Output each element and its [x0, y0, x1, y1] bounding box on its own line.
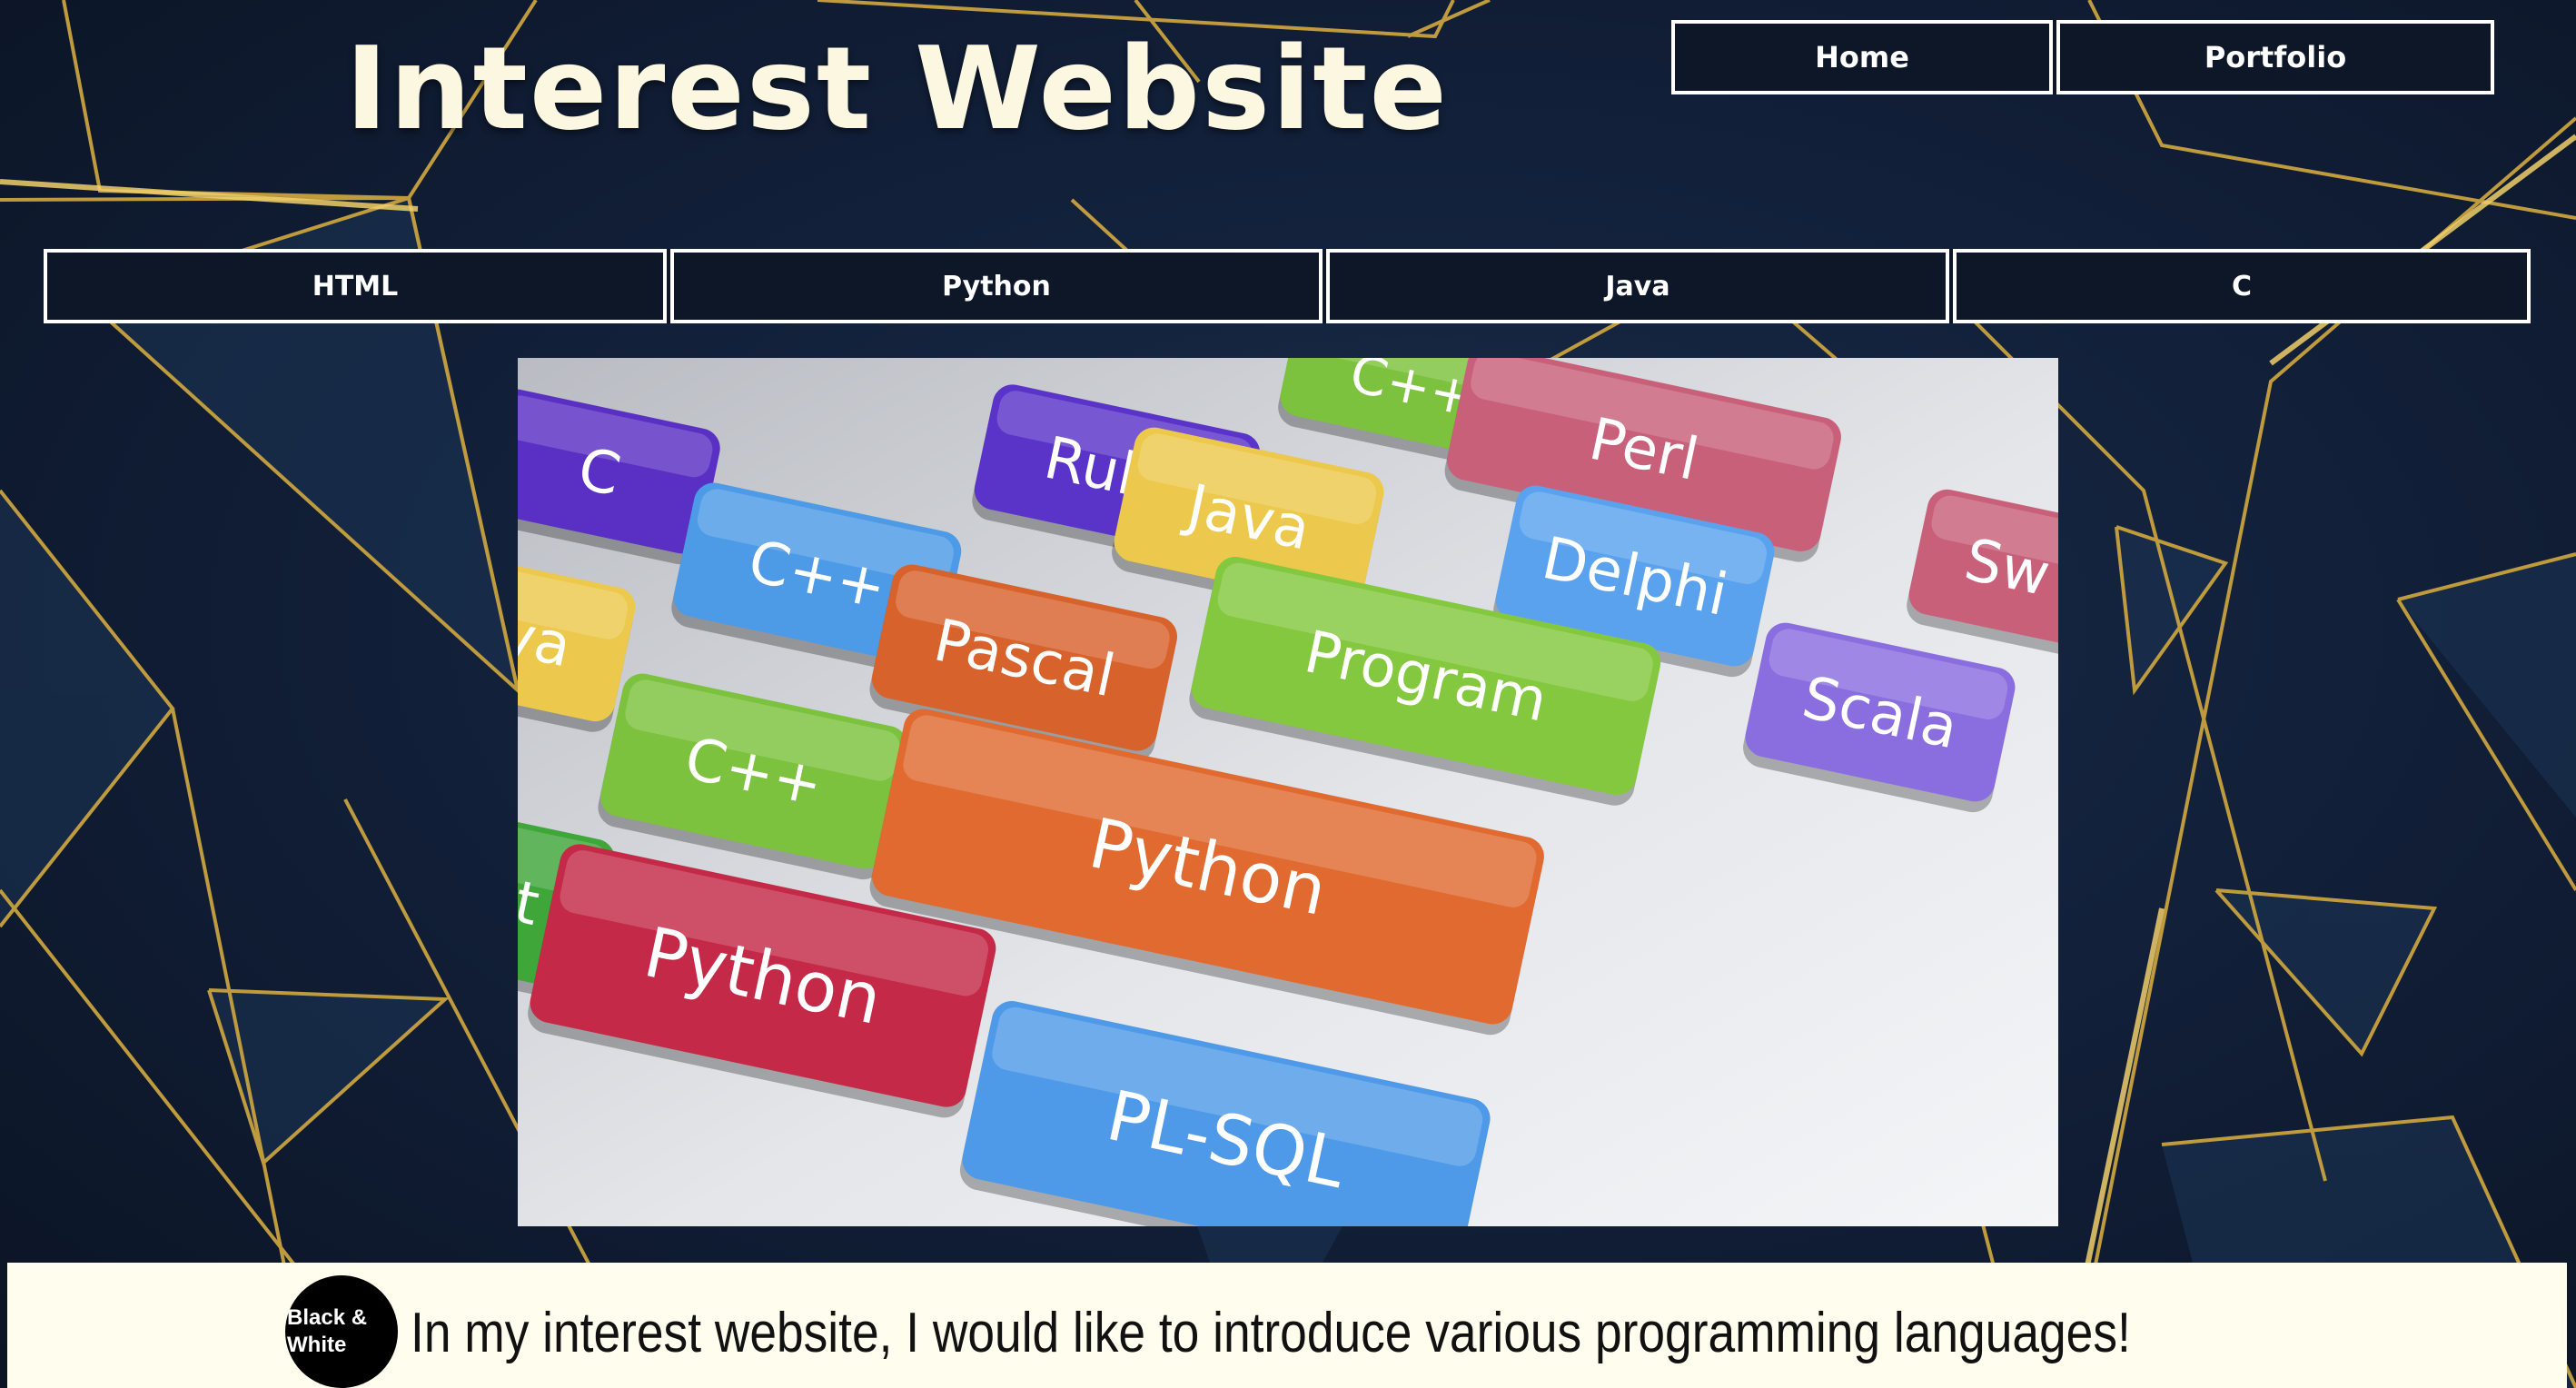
lang-tab-python[interactable]: Python	[670, 249, 1323, 323]
top-nav: Home Portfolio	[1671, 20, 2494, 94]
intro-text: In my interest website, I would like to …	[411, 1302, 2131, 1364]
logo-line-1: Black &	[287, 1305, 368, 1330]
black-white-logo: Black & White	[285, 1275, 398, 1388]
nav-home-button[interactable]: Home	[1671, 20, 2053, 94]
nav-portfolio-button[interactable]: Portfolio	[2056, 20, 2494, 94]
lang-tab-java[interactable]: Java	[1326, 249, 1949, 323]
page: Interest Website Home Portfolio HTML Pyt…	[0, 0, 2576, 1388]
content-panel: Black & White In my interest website, I …	[7, 1263, 2567, 1388]
site-title: Interest Website	[345, 22, 1449, 155]
keyboard-illustration: C++Ruby PerlCC++JavaDelphi Swva Pascal Progr…	[518, 358, 2058, 1226]
lang-tab-html[interactable]: HTML	[44, 249, 667, 323]
language-nav: HTML Python Java C	[44, 249, 2531, 323]
lang-tab-c[interactable]: C	[1953, 249, 2531, 323]
logo-line-2: White	[287, 1333, 347, 1357]
hero-image: C++ Ruby Perl C C++ Java Delphi Sw va Pascal Progr…	[518, 358, 2058, 1226]
